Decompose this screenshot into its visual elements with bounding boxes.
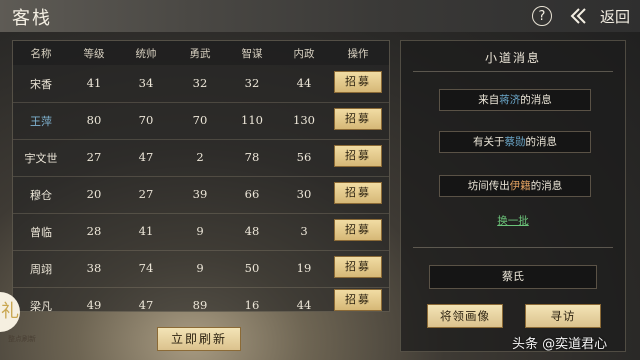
row-name: 曾临 bbox=[30, 226, 52, 239]
visit-button[interactable]: 寻访 bbox=[525, 304, 601, 328]
rumor-panel-title: 小道消息 bbox=[484, 51, 541, 65]
swap-batch-link[interactable]: 换一批 bbox=[401, 213, 625, 228]
row-politics: 130 bbox=[293, 113, 315, 127]
col-action: 操作 bbox=[347, 48, 369, 60]
selected-name-field: 蔡氏 bbox=[429, 265, 597, 289]
table-row: 穆仓 20 27 39 66 30 招募 bbox=[13, 176, 389, 214]
gift-label: 整点刷新 bbox=[8, 335, 36, 343]
row-command: 27 bbox=[138, 187, 154, 201]
row-level: 49 bbox=[86, 298, 102, 312]
row-wisdom: 50 bbox=[244, 261, 260, 275]
watermark: 头条 @奕道君心 bbox=[512, 337, 608, 352]
general-portrait-button[interactable]: 将领画像 bbox=[427, 304, 503, 328]
recruit-button[interactable]: 招募 bbox=[334, 71, 382, 93]
row-level: 20 bbox=[86, 187, 102, 201]
msg-prefix: 有关于 bbox=[473, 136, 505, 148]
recruit-button[interactable]: 招募 bbox=[334, 145, 382, 167]
msg-name: 蒋济 bbox=[499, 94, 521, 106]
msg-name: 蔡勋 bbox=[504, 136, 526, 148]
row-level: 38 bbox=[86, 261, 102, 275]
row-wisdom: 16 bbox=[244, 298, 260, 312]
row-valor: 9 bbox=[196, 224, 204, 238]
candidate-table: 名称 等级 统帅 勇武 智谋 内政 操作 宋香 41 34 32 32 44 招… bbox=[12, 40, 390, 313]
table-row: 宇文世 27 47 2 78 56 招募 bbox=[13, 139, 389, 177]
col-command: 统帅 bbox=[135, 48, 157, 60]
row-level: 41 bbox=[86, 76, 102, 90]
msg-suffix: 的消息 bbox=[525, 136, 558, 148]
row-command: 70 bbox=[138, 113, 154, 127]
msg-prefix: 坊间传出 bbox=[467, 180, 510, 192]
row-wisdom: 110 bbox=[241, 113, 263, 127]
msg-prefix: 来自 bbox=[478, 94, 500, 106]
row-command: 47 bbox=[138, 150, 154, 164]
row-valor: 9 bbox=[196, 261, 204, 275]
col-name: 名称 bbox=[30, 48, 52, 60]
back-button[interactable]: 返回 bbox=[566, 4, 638, 28]
col-valor: 勇武 bbox=[189, 48, 211, 60]
col-wisdom: 智谋 bbox=[241, 48, 263, 60]
col-politics: 内政 bbox=[293, 48, 315, 60]
divider bbox=[413, 71, 613, 72]
row-name: 王萍 bbox=[30, 115, 52, 128]
row-politics: 44 bbox=[296, 76, 312, 90]
table-row: 王萍 80 70 70 110 130 招募 bbox=[13, 102, 389, 140]
col-level: 等级 bbox=[83, 48, 105, 60]
msg-name: 伊籍 bbox=[509, 180, 531, 192]
row-wisdom: 78 bbox=[244, 150, 260, 164]
row-wisdom: 66 bbox=[244, 187, 260, 201]
table-row: 周翊 38 74 9 50 19 招募 bbox=[13, 250, 389, 288]
row-command: 41 bbox=[138, 224, 154, 238]
row-valor: 2 bbox=[196, 150, 204, 164]
help-button[interactable]: ? bbox=[532, 6, 552, 26]
row-command: 34 bbox=[138, 76, 154, 90]
rumor-message-1[interactable]: 来自蒋济的消息 bbox=[439, 89, 591, 111]
row-level: 28 bbox=[86, 224, 102, 238]
row-politics: 30 bbox=[296, 187, 312, 201]
row-politics: 19 bbox=[296, 261, 312, 275]
row-politics: 3 bbox=[300, 224, 308, 238]
recruit-button[interactable]: 招募 bbox=[334, 108, 382, 130]
row-command: 74 bbox=[138, 261, 154, 275]
msg-suffix: 的消息 bbox=[530, 180, 563, 192]
page-title: 客栈 bbox=[12, 8, 52, 29]
recruit-button[interactable]: 招募 bbox=[334, 219, 382, 241]
recruit-button[interactable]: 招募 bbox=[334, 289, 382, 311]
row-level: 80 bbox=[86, 113, 102, 127]
table-row: 梁凡 49 47 89 16 44 招募 bbox=[13, 287, 389, 324]
row-valor: 89 bbox=[192, 298, 208, 312]
row-name: 周翊 bbox=[30, 263, 52, 276]
table-row: 曾临 28 41 9 48 3 招募 bbox=[13, 213, 389, 251]
rumor-panel: 小道消息 来自蒋济的消息 有关于蔡勋的消息 坊间传出伊籍的消息 换一批 蔡氏 将… bbox=[400, 40, 626, 352]
help-icon: ? bbox=[538, 9, 546, 24]
top-bar: 客栈 ? 返回 bbox=[0, 0, 640, 32]
row-politics: 56 bbox=[296, 150, 312, 164]
rumor-message-3[interactable]: 坊间传出伊籍的消息 bbox=[439, 175, 591, 197]
row-name: 梁凡 bbox=[30, 300, 52, 313]
recruit-button[interactable]: 招募 bbox=[334, 182, 382, 204]
row-wisdom: 32 bbox=[244, 76, 260, 90]
divider bbox=[413, 247, 613, 248]
row-name: 穆仓 bbox=[30, 189, 52, 202]
row-name: 宇文世 bbox=[24, 152, 58, 165]
row-valor: 70 bbox=[192, 113, 208, 127]
row-level: 27 bbox=[86, 150, 102, 164]
row-wisdom: 48 bbox=[244, 224, 260, 238]
recruit-button[interactable]: 招募 bbox=[334, 256, 382, 278]
refresh-now-button[interactable]: 立即刷新 bbox=[157, 327, 241, 351]
table-row: 宋香 41 34 32 32 44 招募 bbox=[13, 65, 389, 103]
back-label: 返回 bbox=[600, 8, 631, 26]
row-politics: 44 bbox=[296, 298, 312, 312]
back-arrow-icon bbox=[570, 8, 586, 24]
table-header: 名称 等级 统帅 勇武 智谋 内政 操作 bbox=[13, 41, 389, 65]
row-valor: 32 bbox=[192, 76, 208, 90]
row-valor: 39 bbox=[192, 187, 208, 201]
msg-suffix: 的消息 bbox=[520, 94, 552, 106]
row-name: 宋香 bbox=[30, 78, 52, 91]
row-command: 47 bbox=[138, 298, 154, 312]
rumor-message-2[interactable]: 有关于蔡勋的消息 bbox=[439, 131, 591, 153]
